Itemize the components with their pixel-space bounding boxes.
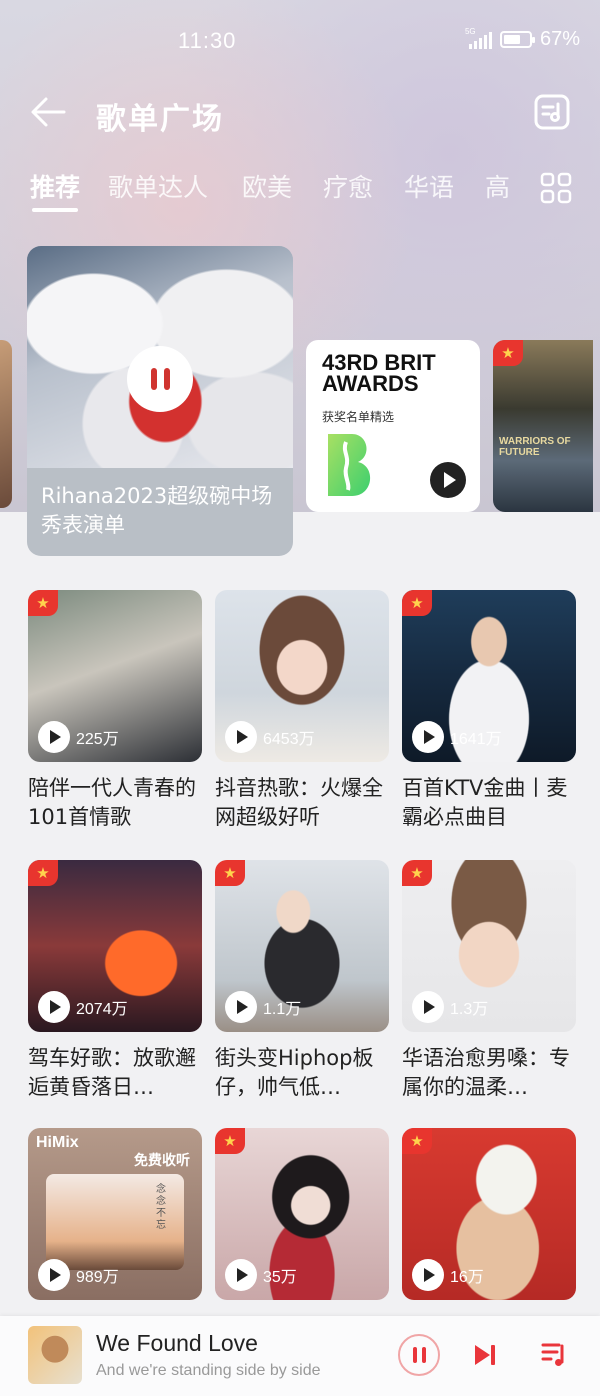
star-badge-icon: ★ xyxy=(28,860,58,886)
play-icon[interactable] xyxy=(225,1259,257,1291)
playlist-title: 华语治愈男嗓：专属你的温柔… xyxy=(402,1046,570,1099)
play-count-text: 1.1万 xyxy=(263,1001,302,1018)
star-badge-icon: ★ xyxy=(215,860,245,886)
brit-title: 43RD BRIT AWARDS xyxy=(322,350,436,396)
star-badge-icon: ★ xyxy=(402,860,432,886)
status-time: 11:30 xyxy=(178,28,237,53)
play-icon[interactable] xyxy=(225,721,257,753)
pause-button[interactable] xyxy=(127,346,193,412)
himix-album-art: 念念不忘 xyxy=(46,1174,184,1270)
play-icon[interactable] xyxy=(412,721,444,753)
play-icon[interactable] xyxy=(38,991,70,1023)
free-listen-badge: 免费收听 xyxy=(134,1153,190,1169)
play-count: 1641万 xyxy=(412,721,502,753)
next-track-icon[interactable] xyxy=(472,1342,498,1368)
top-nav: 歌单广场 xyxy=(0,88,600,138)
play-icon[interactable] xyxy=(38,721,70,753)
active-tab-indicator xyxy=(32,208,78,212)
featured-caption: Rihana2023超级碗中场秀表演单 xyxy=(41,484,273,537)
mini-player[interactable]: We Found Love And we're standing side by… xyxy=(0,1316,600,1396)
playlist-cover: 6453万 xyxy=(215,590,389,762)
playlist-cover: ★ 1641万 xyxy=(402,590,576,762)
signal-icon: 5G xyxy=(465,27,492,49)
page-title: 歌单广场 xyxy=(96,102,224,137)
playlist-title: 驾车好歌：放歌邂逅黄昏落日… xyxy=(28,1046,196,1099)
play-icon[interactable] xyxy=(412,1259,444,1291)
play-count: 6453万 xyxy=(225,721,315,753)
all-categories-grid-icon[interactable] xyxy=(540,172,572,204)
play-count-text: 989万 xyxy=(76,1269,119,1286)
battery-percentage: 67% xyxy=(539,28,580,50)
status-bar: 11:30 5G 67% xyxy=(0,0,600,80)
now-playing-cover[interactable] xyxy=(28,1326,82,1384)
playlist-cover: ★ 1.3万 xyxy=(402,860,576,1032)
playlist-cover: ★ 2074万 xyxy=(28,860,202,1032)
tab-chinese[interactable]: 华语 xyxy=(404,168,454,204)
now-playing-lyric: And we're standing side by side xyxy=(96,1362,321,1379)
himix-inner-text: 念念不忘 xyxy=(156,1184,166,1231)
playlist-title: 陪伴一代人青春的101首情歌 xyxy=(28,776,196,829)
featured-playlist-card[interactable]: Rihana2023超级碗中场秀表演单 xyxy=(27,246,293,556)
play-count-text: 1.3万 xyxy=(450,1001,489,1018)
play-count: 35万 xyxy=(225,1259,297,1291)
play-icon[interactable] xyxy=(412,991,444,1023)
tab-healing[interactable]: 疗愈 xyxy=(323,168,373,204)
play-count-text: 6453万 xyxy=(263,731,315,748)
movie-title-text: WARRIORS OF FUTURE xyxy=(499,436,571,458)
playlist-title: 百首KTV金曲丨麦霸必点曲目 xyxy=(402,776,568,829)
tab-recommend[interactable]: 推荐 xyxy=(30,168,80,204)
now-playing-title: We Found Love xyxy=(96,1330,258,1356)
play-count-text: 1641万 xyxy=(450,731,502,748)
star-badge-icon: ★ xyxy=(493,340,523,366)
tab-western[interactable]: 欧美 xyxy=(242,168,292,204)
tab-playlist-experts[interactable]: 歌单达人 xyxy=(108,168,208,204)
playlist-cover: ★ 225万 xyxy=(28,590,202,762)
play-count: 16万 xyxy=(412,1259,484,1291)
star-badge-icon: ★ xyxy=(28,590,58,616)
status-indicators: 5G 67% xyxy=(465,27,580,51)
playlist-title: 街头变Hiphop板仔，帅气低… xyxy=(215,1046,374,1099)
play-count-text: 2074万 xyxy=(76,1001,128,1018)
play-count: 225万 xyxy=(38,721,119,753)
back-arrow-icon[interactable] xyxy=(30,96,66,128)
brit-play-button[interactable] xyxy=(430,462,466,498)
playlist-cover: HiMix 免费收听 念念不忘 989万 xyxy=(28,1128,202,1300)
play-icon[interactable] xyxy=(38,1259,70,1291)
category-tabs: 推荐 歌单达人 欧美 疗愈 华语 高 xyxy=(0,168,600,216)
movie-soundtrack-card[interactable]: ★ WARRIORS OF FUTURE xyxy=(493,340,593,512)
himix-brand: HiMix xyxy=(36,1134,79,1151)
play-count: 989万 xyxy=(38,1259,119,1291)
play-count: 1.1万 xyxy=(225,991,301,1023)
network-type: 5G xyxy=(464,26,476,36)
star-badge-icon: ★ xyxy=(402,1128,432,1154)
play-icon[interactable] xyxy=(225,991,257,1023)
carousel-prev-card[interactable] xyxy=(0,340,12,508)
play-count-text: 225万 xyxy=(76,731,119,748)
star-badge-icon: ★ xyxy=(402,590,432,616)
battery-icon xyxy=(499,31,535,48)
play-count-text: 16万 xyxy=(450,1269,484,1286)
play-count: 2074万 xyxy=(38,991,128,1023)
playlist-cover: ★ 16万 xyxy=(402,1128,576,1300)
play-queue-icon[interactable] xyxy=(540,1340,568,1368)
playlist-cover: ★ 35万 xyxy=(215,1128,389,1300)
featured-carousel: Rihana2023超级碗中场秀表演单 43RD BRIT AWARDS 获奖名… xyxy=(0,246,600,566)
play-count: 1.3万 xyxy=(412,991,488,1023)
playlist-cover: ★ 1.1万 xyxy=(215,860,389,1032)
player-pause-button[interactable] xyxy=(398,1334,440,1376)
brit-subtitle: 获奖名单精选 xyxy=(322,410,395,424)
playlist-title: 抖音热歌：火爆全网超级好听 xyxy=(215,776,383,829)
playlist-manage-icon[interactable] xyxy=(534,94,570,130)
star-badge-icon: ★ xyxy=(215,1128,245,1154)
brit-logo-icon xyxy=(328,434,371,496)
tab-more-partial[interactable]: 高 xyxy=(485,168,510,204)
play-count-text: 35万 xyxy=(263,1269,297,1286)
brit-awards-card[interactable]: 43RD BRIT AWARDS 获奖名单精选 xyxy=(306,340,480,512)
